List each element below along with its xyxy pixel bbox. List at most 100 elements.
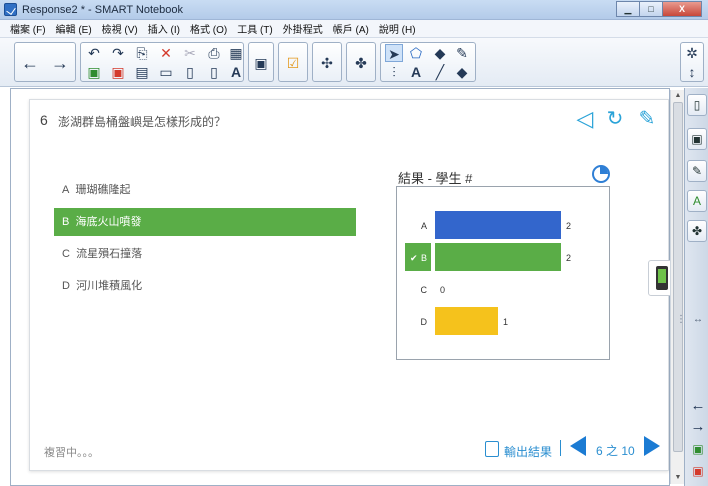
menu-addons[interactable]: 外掛程式 bbox=[283, 21, 323, 36]
table-icon[interactable]: ▦ bbox=[227, 44, 245, 62]
menu-view[interactable]: 檢視 (V) bbox=[102, 21, 138, 36]
menu-edit[interactable]: 編輯 (E) bbox=[56, 21, 92, 36]
eraser-icon[interactable]: ◆ bbox=[453, 63, 471, 81]
minimize-button[interactable]: ▁ bbox=[616, 1, 640, 17]
choice-d[interactable]: D 河川堆積風化 bbox=[54, 272, 356, 300]
magic-pen-icon[interactable]: ✎ bbox=[453, 44, 471, 62]
bar-label-c: C bbox=[421, 285, 428, 295]
back-arrow-icon[interactable]: ← bbox=[21, 54, 39, 72]
correct-marker-b bbox=[405, 243, 431, 271]
question-number: 6 bbox=[40, 112, 48, 128]
toolbar: ← → ↶ ↷ ⎘ ✕ ✂ ⎙ ▦ ▣ ▣ ▤ ▭ ▯ ▯ A ▣ ☑ ✣ ✤ … bbox=[0, 38, 708, 87]
addon-icon[interactable]: ✣ bbox=[318, 54, 336, 72]
menu-file[interactable]: 檔案 (F) bbox=[10, 21, 46, 36]
bar-d bbox=[435, 307, 498, 335]
add-page-icon[interactable]: ▣ bbox=[690, 440, 706, 458]
toolbar-move-icon[interactable]: ↕ bbox=[683, 63, 701, 81]
choice-b[interactable]: B 海底火山噴發 bbox=[54, 208, 356, 236]
menu-tools[interactable]: 工具 (T) bbox=[237, 21, 273, 36]
new-page-icon[interactable]: ▣ bbox=[85, 63, 103, 81]
question-text: 澎湖群島桶盤嶼是怎樣形成的？ bbox=[58, 115, 227, 129]
reset-icon[interactable]: ↻ bbox=[602, 106, 628, 132]
screen-capture-icon[interactable]: ⎙ bbox=[205, 44, 223, 62]
window-controls: ▁ □ X bbox=[616, 1, 702, 17]
export-icon[interactable] bbox=[485, 441, 499, 457]
fill-icon[interactable]: ◆ bbox=[431, 44, 449, 62]
menu-format[interactable]: 格式 (O) bbox=[190, 21, 227, 36]
bar-value-d: 1 bbox=[503, 317, 508, 327]
screen-shade-icon[interactable]: ▭ bbox=[157, 63, 175, 81]
cut-icon[interactable]: ✂ bbox=[181, 44, 199, 62]
response-check-icon[interactable]: ☑ bbox=[284, 54, 302, 72]
addons-tab-icon[interactable]: ✤ bbox=[687, 220, 707, 242]
scroll-thumb[interactable] bbox=[673, 102, 683, 452]
bar-label-b: B bbox=[421, 253, 427, 263]
results-chart-svg: A 2 ✔ B 2 C 0 D 1 bbox=[405, 211, 571, 335]
export-results-link[interactable]: 輸出結果 bbox=[504, 443, 552, 460]
choice-text: 流星殞石撞落 bbox=[76, 248, 143, 260]
gallery-tab-icon[interactable]: ▣ bbox=[687, 128, 707, 150]
prev-page-button[interactable] bbox=[570, 436, 586, 456]
choice-c[interactable]: C 流星殞石撞落 bbox=[54, 240, 356, 268]
response-group: ☑ bbox=[278, 42, 308, 82]
question-card: 6 澎湖群島桶盤嶼是怎樣形成的？ ◁ ↻ ✎ A 珊瑚礁隆起 B 海底火山噴發 … bbox=[29, 99, 674, 471]
line-tool-icon[interactable]: ╱ bbox=[431, 63, 449, 81]
fit-text-icon[interactable]: A bbox=[227, 63, 245, 81]
pencil-icon[interactable]: ✎ bbox=[634, 106, 660, 132]
pen-shape-icon[interactable]: ⬠ bbox=[407, 44, 425, 62]
properties-tab-icon[interactable]: A bbox=[687, 190, 707, 212]
forward-arrow-icon[interactable]: → bbox=[51, 54, 69, 72]
attachments-tab-icon[interactable]: ✎ bbox=[687, 160, 707, 182]
select-pointer-icon[interactable]: ➤ bbox=[385, 44, 403, 62]
save-icon[interactable]: ▤ bbox=[133, 63, 151, 81]
clipboard-icon[interactable]: ▯ bbox=[205, 63, 223, 81]
pie-chart-icon[interactable] bbox=[592, 165, 610, 183]
scroll-up-icon[interactable]: ▲ bbox=[671, 90, 685, 102]
display-icon[interactable]: ▣ bbox=[252, 54, 270, 72]
close-button[interactable]: X bbox=[662, 1, 702, 17]
puzzle-icon[interactable]: ✤ bbox=[352, 54, 370, 72]
results-title: 結果 - 學生 # bbox=[398, 171, 473, 186]
delete-icon[interactable]: ✕ bbox=[157, 44, 175, 62]
sidebar-resize-icon[interactable]: ↔ bbox=[693, 314, 703, 325]
next-page-button[interactable] bbox=[644, 436, 660, 456]
status-text: 複習中。。。 bbox=[44, 447, 99, 459]
bar-value-a: 2 bbox=[566, 221, 571, 231]
choice-letter: B bbox=[62, 216, 70, 228]
menu-bar: 檔案 (F) 編輯 (E) 檢視 (V) 插入 (I) 格式 (O) 工具 (T… bbox=[0, 20, 708, 38]
speaker-icon[interactable]: ◁ bbox=[572, 106, 598, 132]
bar-label-a: A bbox=[421, 221, 427, 231]
gear-icon[interactable]: ✲ bbox=[683, 44, 701, 62]
choice-a[interactable]: A 珊瑚礁隆起 bbox=[54, 176, 356, 204]
scroll-down-icon[interactable]: ▼ bbox=[671, 472, 685, 484]
display-group: ▣ bbox=[248, 42, 274, 82]
draw-group: ➤ ⬠ ◆ ✎ ⫶ A ╱ ◆ bbox=[380, 42, 476, 82]
document-icon[interactable]: ▯ bbox=[181, 63, 199, 81]
menu-help[interactable]: 說明 (H) bbox=[379, 21, 416, 36]
page-indicator: 6 之 10 bbox=[596, 444, 635, 458]
delete-page-side-icon[interactable]: ▣ bbox=[690, 462, 706, 480]
undo-icon[interactable]: ↶ bbox=[85, 44, 103, 62]
properties-icon[interactable]: ⫶ bbox=[385, 63, 403, 81]
question-tools: ◁ ↻ ✎ bbox=[572, 106, 666, 134]
redo-icon[interactable]: ↷ bbox=[109, 44, 127, 62]
choice-letter: D bbox=[62, 280, 70, 292]
maximize-button[interactable]: □ bbox=[639, 1, 663, 17]
prev-page-arrow-icon[interactable]: ← bbox=[690, 397, 706, 415]
page-sorter-tab-icon[interactable]: ▯ bbox=[687, 94, 707, 116]
text-tool-icon[interactable]: A bbox=[407, 63, 425, 81]
choice-text: 海底火山噴發 bbox=[75, 216, 142, 228]
menu-insert[interactable]: 插入 (I) bbox=[148, 21, 180, 36]
next-page-arrow-icon[interactable]: → bbox=[690, 418, 706, 436]
addon-group: ✣ bbox=[312, 42, 342, 82]
choice-text: 河川堆積風化 bbox=[76, 280, 143, 292]
delete-page-icon[interactable]: ▣ bbox=[109, 63, 127, 81]
page-canvas: 6 澎湖群島桶盤嶼是怎樣形成的？ ◁ ↻ ✎ A 珊瑚礁隆起 B 海底火山噴發 … bbox=[10, 88, 674, 486]
bar-b bbox=[435, 243, 561, 271]
paste-icon[interactable]: ⎘ bbox=[133, 44, 151, 62]
results-chart: A 2 ✔ B 2 C 0 D 1 bbox=[396, 186, 610, 360]
bar-value-c: 0 bbox=[440, 285, 445, 295]
vertical-scrollbar[interactable]: ▲ ▼ bbox=[670, 90, 684, 484]
menu-account[interactable]: 帳戶 (A) bbox=[333, 21, 369, 36]
toolbar-options-group: ✲ ↕ bbox=[680, 42, 704, 82]
